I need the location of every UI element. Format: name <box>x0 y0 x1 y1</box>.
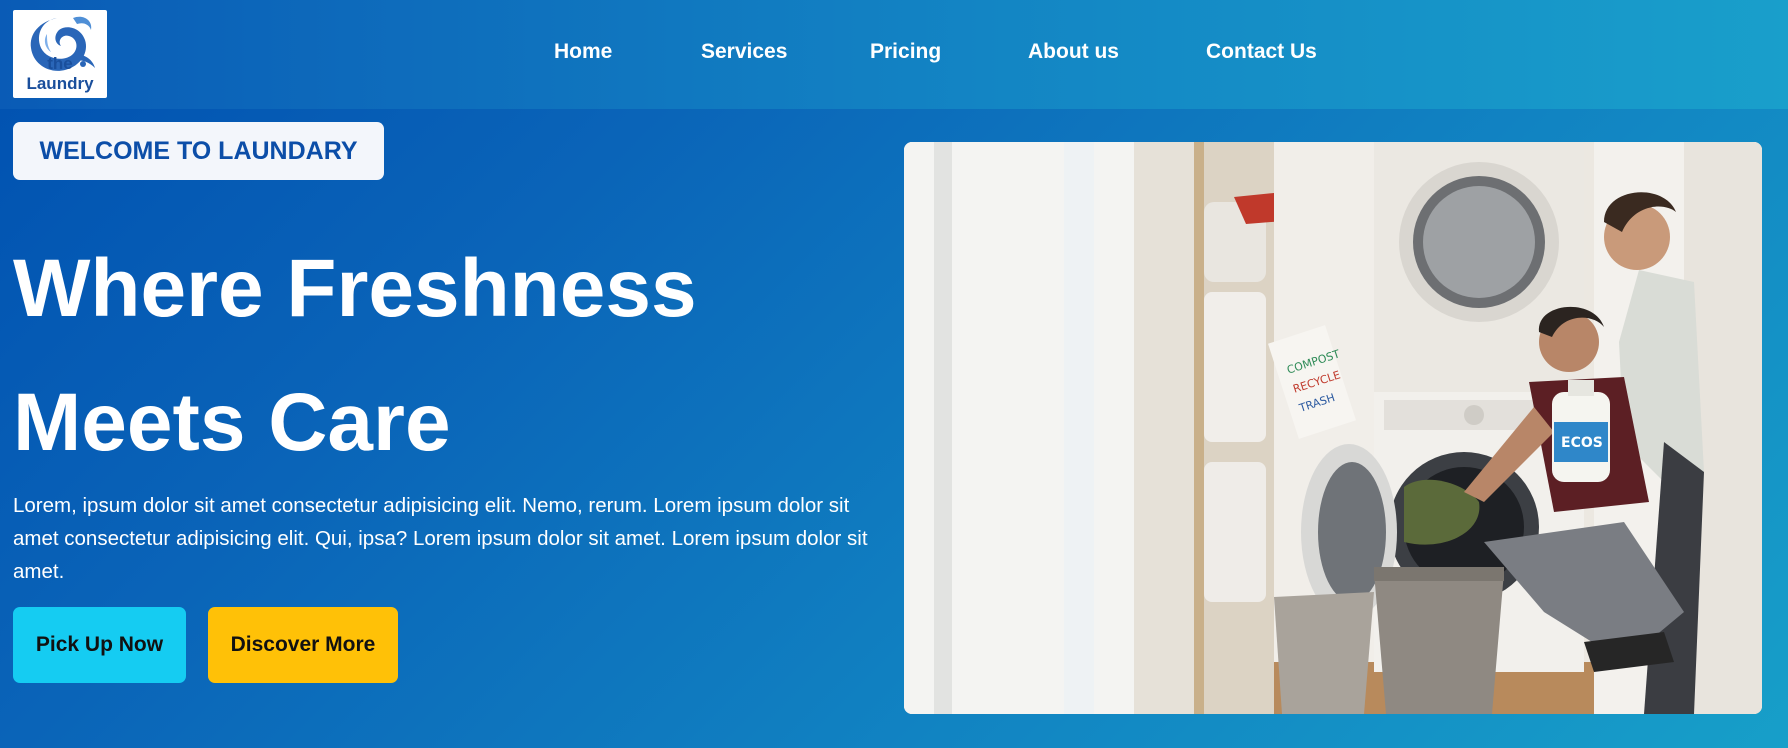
hero-description: Lorem, ipsum dolor sit amet consectetur … <box>13 494 868 583</box>
main-nav: Home Services Pricing About us Contact U… <box>0 0 1788 109</box>
nav-contact-us[interactable]: Contact Us <box>1206 40 1317 64</box>
headline-line-2: Meets Care <box>13 377 451 468</box>
laundry-hero-photo: COMPOST RECYCLE TRASH ECOS <box>904 142 1762 714</box>
hero-headline: Where Freshness Meets Care <box>13 222 833 490</box>
header-bar: the Laundry Home Services Pricing About … <box>0 0 1788 109</box>
pick-up-now-button[interactable]: Pick Up Now <box>13 607 186 683</box>
discover-more-button[interactable]: Discover More <box>208 607 398 683</box>
headline-line-1: Where Freshness <box>13 243 697 334</box>
laundry-scene-illustration: COMPOST RECYCLE TRASH ECOS <box>904 142 1762 714</box>
nav-services[interactable]: Services <box>701 40 787 64</box>
welcome-badge: WELCOME TO LAUNDARY <box>13 122 384 180</box>
nav-about-us[interactable]: About us <box>1028 40 1119 64</box>
nav-pricing[interactable]: Pricing <box>870 40 941 64</box>
bottle-label: ECOS <box>1561 435 1603 451</box>
nav-home[interactable]: Home <box>554 40 612 64</box>
